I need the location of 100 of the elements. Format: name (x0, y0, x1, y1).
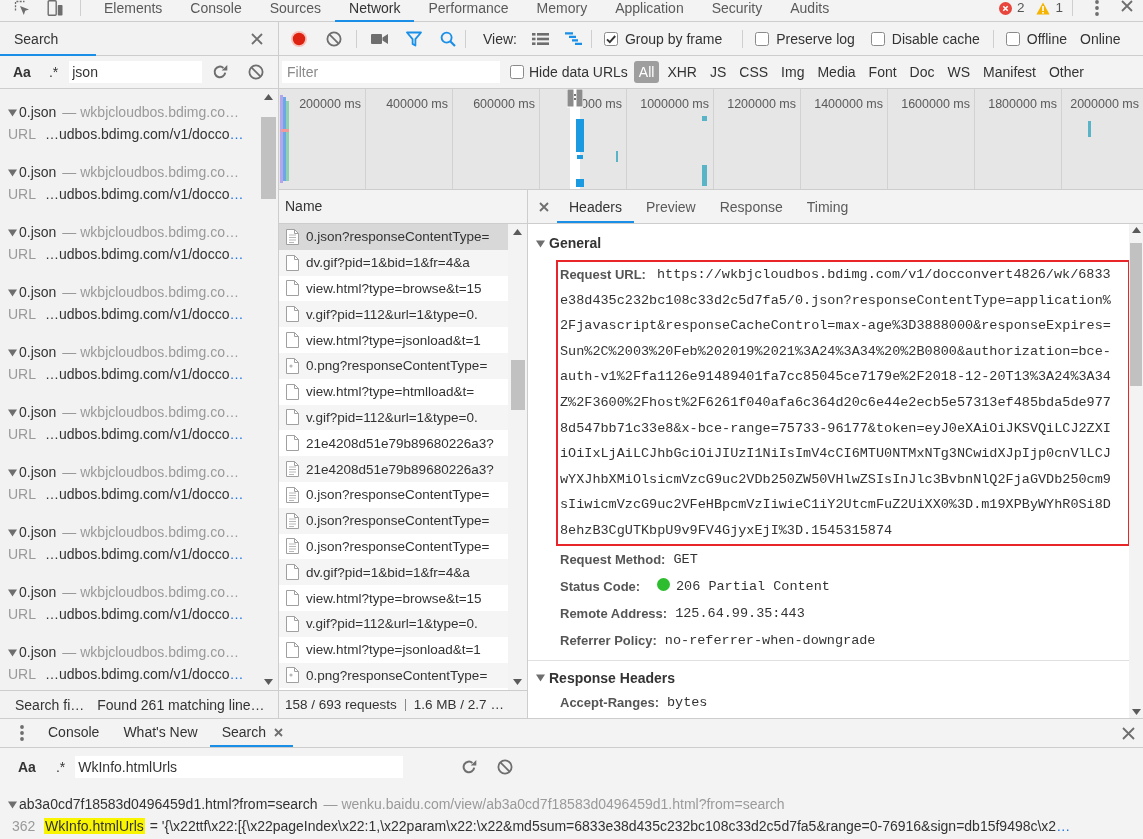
checkbox[interactable] (510, 65, 524, 79)
request-row[interactable]: 0.png?responseContentType= (279, 353, 508, 379)
disclosure-triangle-icon[interactable] (8, 287, 17, 297)
show-more-link[interactable]: … (229, 126, 244, 142)
disclosure-triangle-icon[interactable] (8, 347, 17, 357)
file-name[interactable]: 0.json (19, 524, 57, 540)
match-case-toggle[interactable]: Aa (18, 759, 36, 775)
panel-tab[interactable]: Security (697, 0, 777, 22)
request-row[interactable]: v.gif?pid=112&url=1&type=0. (279, 301, 508, 328)
disclosure-triangle-icon[interactable] (8, 107, 17, 117)
checkbox-label[interactable]: Offline (1026, 30, 1067, 47)
close-icon[interactable] (274, 727, 283, 737)
filter-input[interactable]: Filter (282, 61, 500, 83)
type-filter-button[interactable]: Doc (904, 61, 940, 83)
clear-icon[interactable] (326, 30, 342, 47)
request-row[interactable]: 0.json?responseContentType= (279, 224, 508, 250)
type-filter-button[interactable]: Manifest (978, 61, 1041, 83)
close-icon[interactable] (251, 32, 263, 45)
close-icon[interactable] (1122, 726, 1135, 740)
request-row[interactable]: dv.gif?pid=1&bid=1&fr=4&a (279, 559, 508, 586)
show-more-link[interactable]: … (229, 666, 244, 682)
filter-icon[interactable] (406, 30, 422, 47)
record-icon[interactable] (291, 30, 307, 47)
request-row[interactable]: 21e4208d51e79b89680226a3? (279, 456, 508, 482)
show-more-link[interactable]: … (229, 186, 244, 202)
waterfall-view-icon[interactable] (565, 32, 582, 45)
regex-toggle[interactable]: .* (55, 759, 66, 775)
disclosure-triangle-icon[interactable] (8, 167, 17, 177)
show-more-link[interactable]: … (229, 426, 244, 442)
type-filter-button[interactable]: XHR (662, 61, 702, 83)
details-tab[interactable]: Headers (557, 190, 634, 223)
refresh-icon[interactable] (212, 64, 229, 80)
match-case-toggle[interactable]: Aa (13, 64, 31, 80)
type-filter-button[interactable]: Img (776, 61, 810, 83)
file-name[interactable]: 0.json (19, 584, 57, 600)
disclosure-triangle-icon[interactable] (8, 467, 17, 477)
disclosure-triangle-icon[interactable] (8, 527, 17, 537)
request-row[interactable]: v.gif?pid=112&url=1&type=0. (279, 404, 508, 431)
file-name[interactable]: 0.json (19, 464, 57, 480)
checkbox[interactable] (870, 31, 885, 46)
panel-tab[interactable]: Audits (776, 0, 844, 22)
type-filter-button[interactable]: WS (942, 61, 976, 83)
match-text[interactable]: …udbos.bdimg.com/v1/docco (45, 366, 230, 382)
scrollbar-thumb[interactable] (510, 360, 525, 410)
panel-tab[interactable]: Application (601, 0, 698, 22)
panel-tab[interactable]: Performance (414, 0, 523, 22)
file-name[interactable]: 0.json (19, 224, 57, 240)
more-options-icon[interactable] (20, 725, 24, 741)
scrollbar-thumb[interactable] (261, 117, 276, 199)
throttling-select[interactable]: Online (1080, 30, 1121, 47)
show-more-link[interactable]: … (1056, 818, 1071, 834)
file-name[interactable]: 0.json (19, 344, 57, 360)
scroll-up-icon[interactable] (513, 229, 522, 235)
regex-toggle[interactable]: .* (48, 64, 59, 80)
section-title[interactable]: Response Headers (549, 669, 676, 686)
clear-icon[interactable] (248, 64, 265, 80)
show-more-link[interactable]: … (229, 546, 244, 562)
match-text[interactable]: …udbos.bdimg.com/v1/docco (45, 186, 230, 202)
drawer-tab[interactable]: Console (36, 719, 112, 747)
scroll-up-icon[interactable] (1131, 227, 1141, 233)
request-row[interactable]: 0.png?responseContentType= (279, 662, 508, 689)
drawer-tab[interactable]: What's New (111, 719, 210, 747)
checkbox-label[interactable]: Preserve log (776, 30, 855, 47)
checkbox[interactable] (755, 31, 770, 46)
checkbox[interactable] (1005, 31, 1020, 46)
match-text[interactable]: …udbos.bdimg.com/v1/docco (45, 246, 230, 262)
checkbox-label[interactable]: Group by frame (625, 30, 723, 47)
match-text[interactable]: …udbos.bdimg.com/v1/docco (45, 306, 230, 322)
request-row[interactable]: 0.json?responseContentType= (279, 507, 508, 534)
panel-tab[interactable]: Memory (522, 0, 602, 22)
scroll-down-icon[interactable] (513, 679, 522, 685)
disclosure-triangle-icon[interactable] (536, 673, 545, 683)
disclosure-triangle-icon[interactable] (8, 227, 17, 237)
file-name[interactable]: 0.json (19, 404, 57, 420)
clear-icon[interactable] (497, 759, 514, 775)
type-filter-button[interactable]: CSS (734, 61, 774, 83)
type-filter-button[interactable]: Media (812, 61, 861, 83)
file-name[interactable]: 0.json (19, 284, 57, 300)
scrollbar-thumb[interactable] (1130, 243, 1142, 386)
checkbox[interactable] (604, 31, 618, 46)
match-text[interactable]: …udbos.bdimg.com/v1/docco (45, 426, 230, 442)
show-more-link[interactable]: … (229, 306, 244, 322)
close-icon[interactable] (1121, 0, 1133, 12)
checkbox-label[interactable]: Disable cache (891, 30, 980, 47)
disclosure-triangle-icon[interactable] (8, 647, 17, 657)
checkbox-label[interactable]: Hide data URLs (529, 64, 628, 80)
file-name[interactable]: ab3a0cd7f18583d0496459d1.html?from=search (19, 796, 318, 812)
search-icon[interactable] (440, 30, 456, 47)
panel-tab[interactable]: Sources (255, 0, 336, 22)
panel-tab[interactable]: Console (176, 0, 256, 22)
disclosure-triangle-icon[interactable] (8, 587, 17, 597)
warning-count[interactable]: 1 (1055, 0, 1063, 16)
details-tab[interactable]: Response (707, 190, 795, 223)
file-name[interactable]: 0.json (19, 104, 57, 120)
request-row[interactable]: v.gif?pid=112&url=1&type=0. (279, 610, 508, 637)
file-name[interactable]: 0.json (19, 164, 57, 180)
match-text[interactable]: …udbos.bdimg.com/v1/docco (45, 666, 230, 682)
search-input[interactable]: json (69, 61, 203, 83)
device-toolbar-icon[interactable] (47, 0, 63, 16)
more-options-icon[interactable] (1095, 0, 1099, 16)
